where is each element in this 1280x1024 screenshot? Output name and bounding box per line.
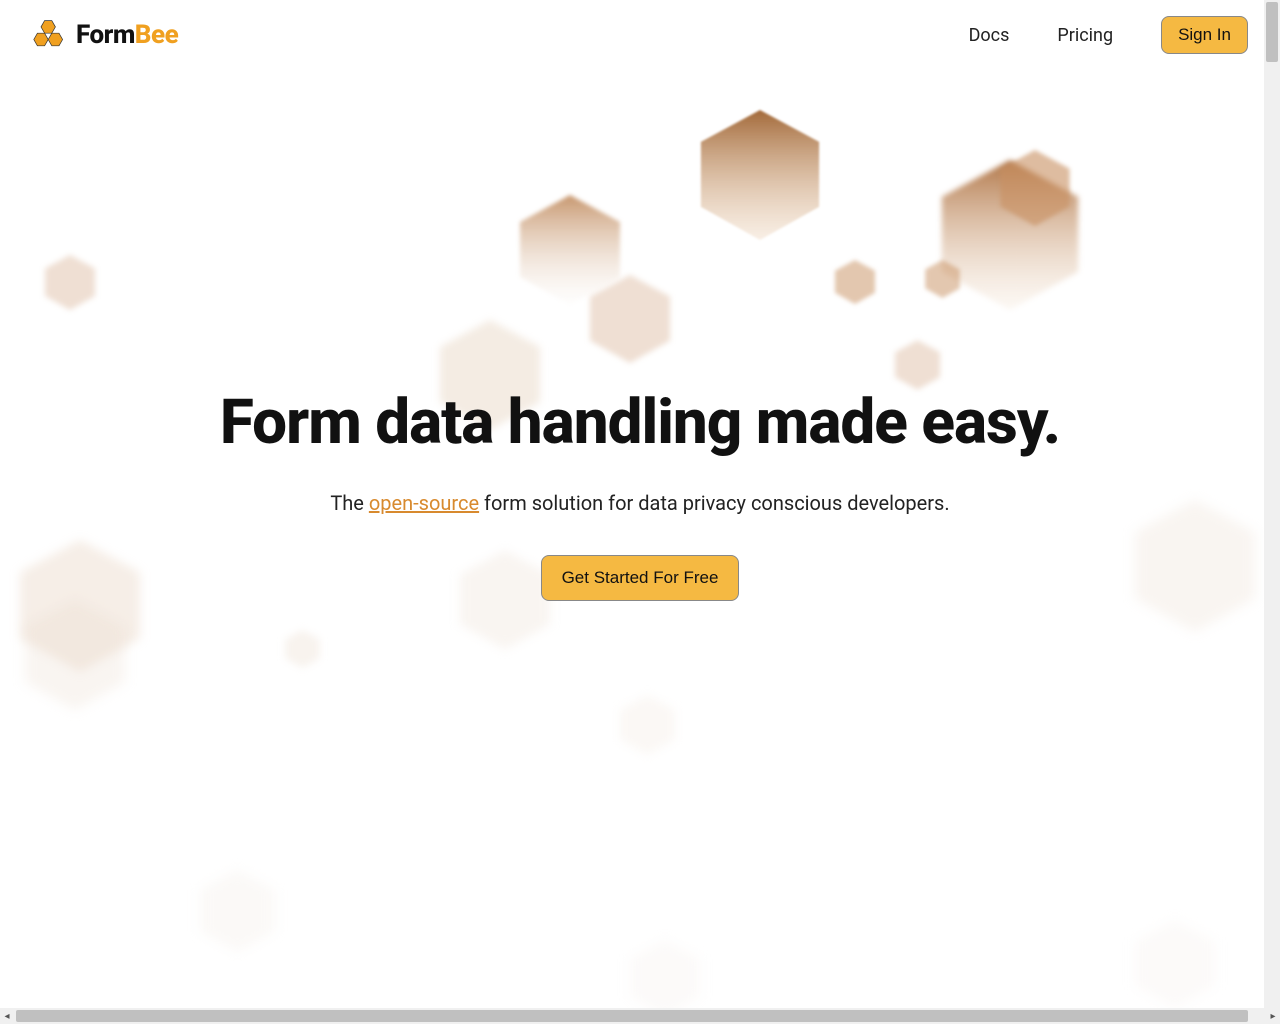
hero-section: Form data handling made easy. The open-s… xyxy=(0,390,1280,601)
get-started-button[interactable]: Get Started For Free xyxy=(541,555,740,601)
subtitle-suffix: form solution for data privacy conscious… xyxy=(479,491,950,515)
subtitle-prefix: The xyxy=(330,491,369,515)
nav: Docs Pricing Sign In xyxy=(969,16,1248,54)
logo[interactable]: FormBee xyxy=(32,17,178,53)
sign-in-button[interactable]: Sign In xyxy=(1161,16,1248,54)
honeycomb-icon xyxy=(32,17,68,53)
horizontal-scrollbar-thumb[interactable] xyxy=(16,1010,1248,1022)
nav-pricing[interactable]: Pricing xyxy=(1057,25,1113,46)
scroll-left-icon[interactable]: ◂ xyxy=(0,1009,14,1023)
header: FormBee Docs Pricing Sign In xyxy=(0,0,1280,70)
hero-subtitle: The open-source form solution for data p… xyxy=(330,491,949,515)
nav-docs[interactable]: Docs xyxy=(969,25,1010,46)
logo-text: FormBee xyxy=(76,20,178,50)
hero-title: Form data handling made easy. xyxy=(220,390,1060,455)
open-source-link[interactable]: open-source xyxy=(369,491,479,515)
horizontal-scrollbar[interactable]: ◂ ▸ xyxy=(0,1008,1280,1024)
scroll-right-icon[interactable]: ▸ xyxy=(1266,1009,1280,1023)
horizontal-scrollbar-track[interactable] xyxy=(14,1008,1266,1024)
